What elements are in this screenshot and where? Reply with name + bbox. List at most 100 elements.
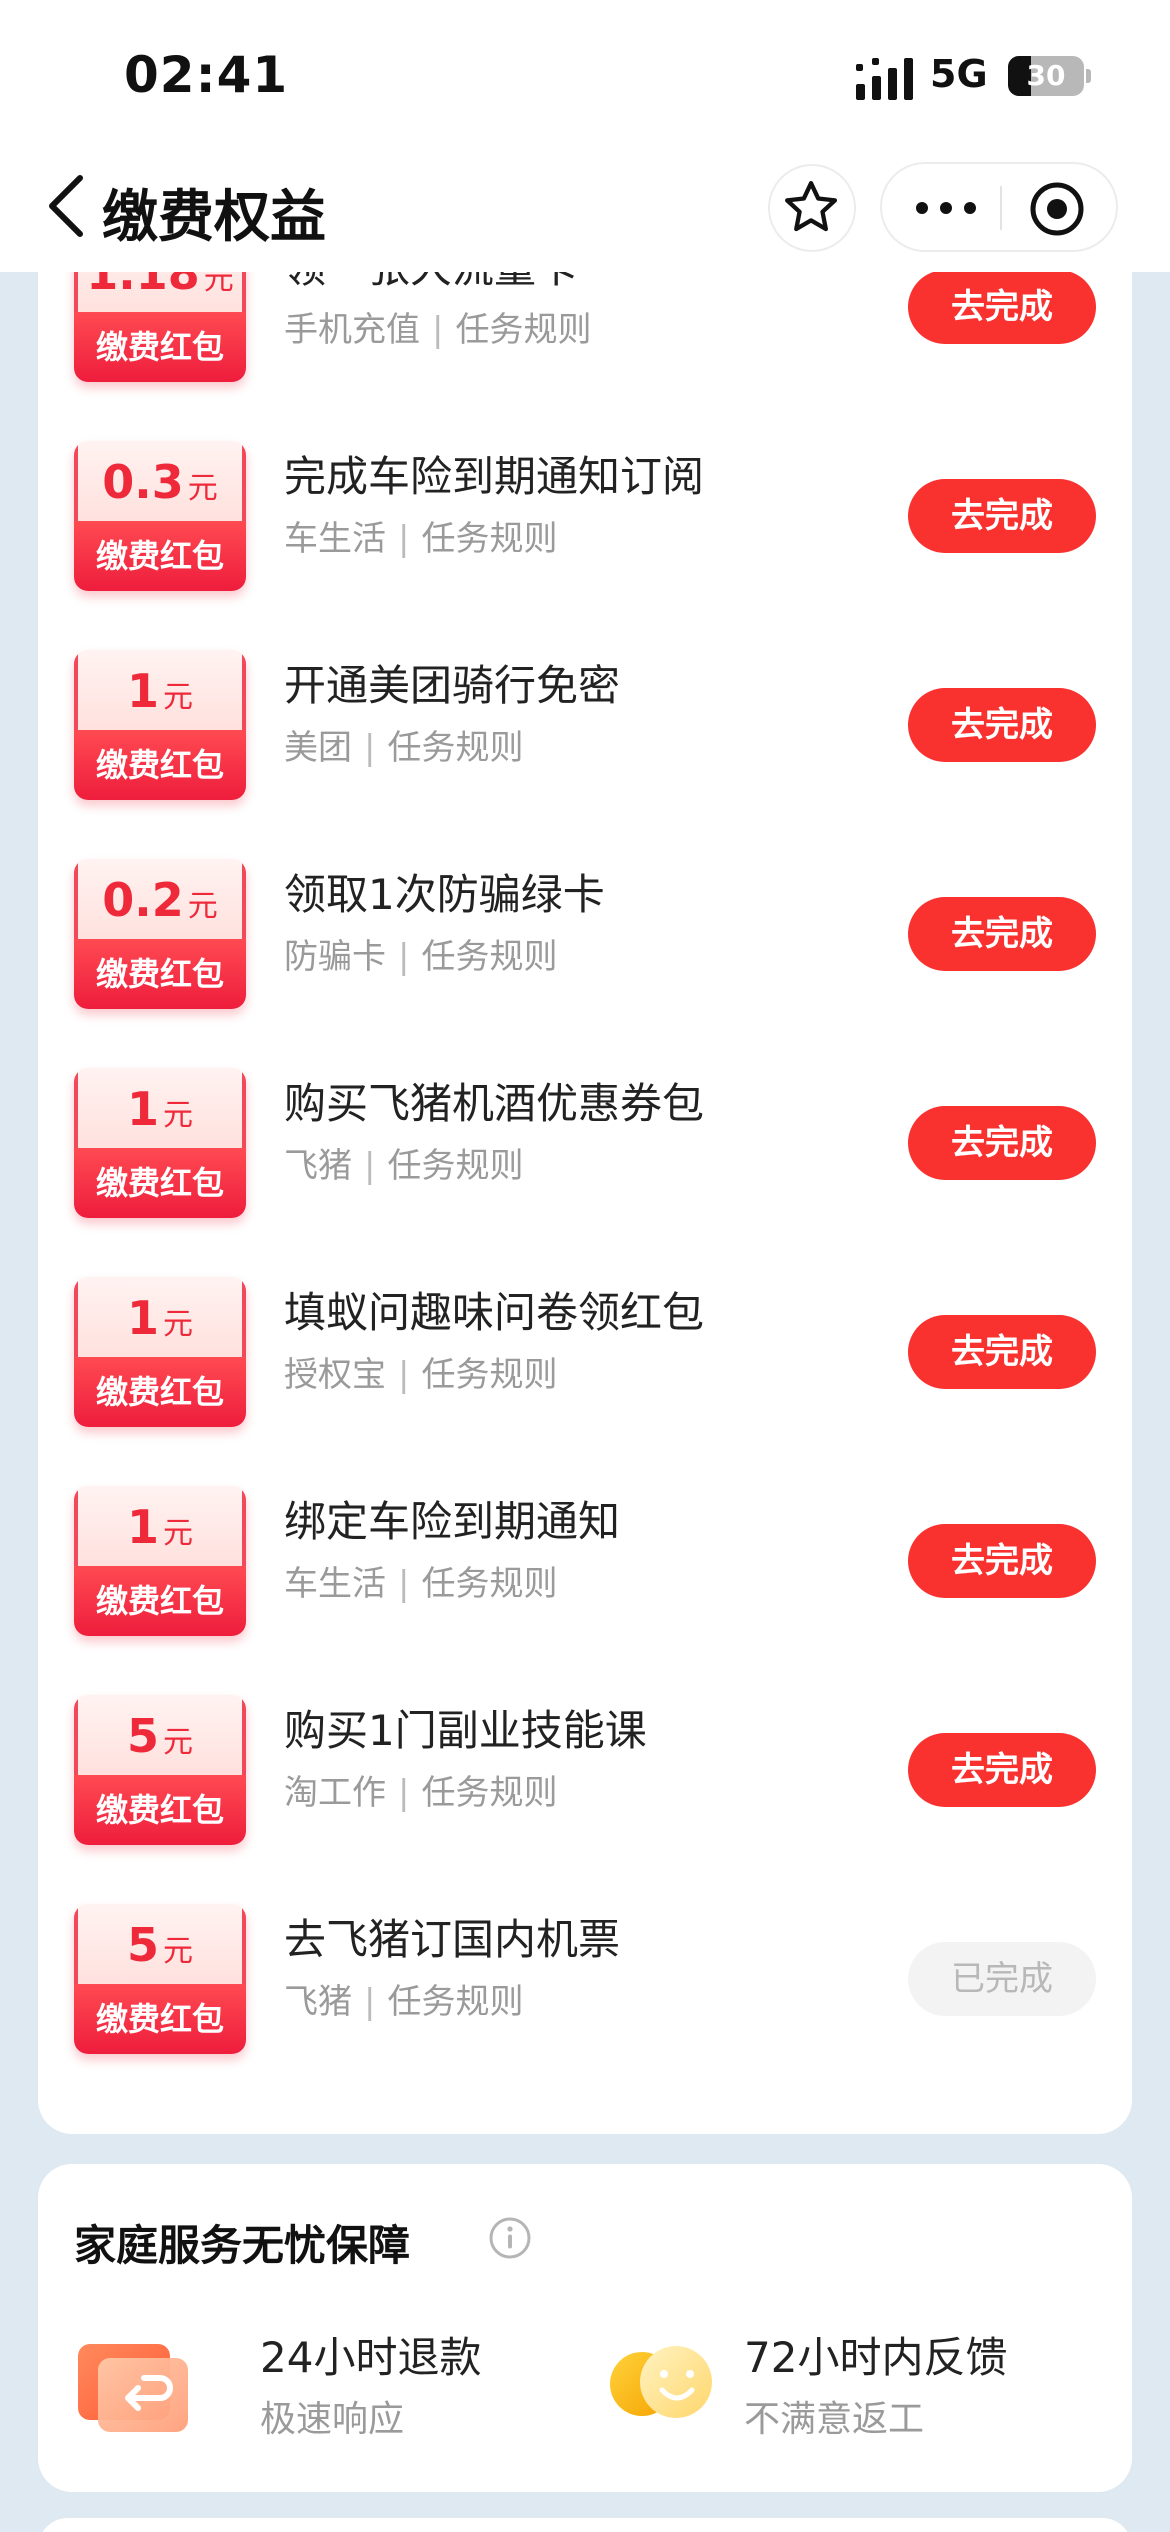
badge-unit: 元 <box>163 1934 193 1969</box>
task-subtitle: 车生活 | 任务规则 <box>284 511 557 560</box>
task-separator: | <box>364 1982 376 2022</box>
task-title: 填蚁问趣味问卷领红包 <box>284 1288 705 1337</box>
task-row: 0.2 元缴费红包 领取1次防骗绿卡 防骗卡 | 任务规则 去完成 <box>38 823 1132 1031</box>
task-row: 1 元缴费红包 绑定车险到期通知 车生活 | 任务规则 去完成 <box>38 1450 1132 1658</box>
status-time: 02:41 <box>124 46 289 104</box>
task-row: 0.3 元缴费红包 完成车险到期通知订阅 车生活 | 任务规则 去完成 <box>38 405 1132 613</box>
task-title: 绑定车险到期通知 <box>284 1497 621 1546</box>
badge-unit: 元 <box>163 1516 193 1551</box>
badge-amount-area: 1元 <box>74 1486 246 1566</box>
task-separator: | <box>398 1564 410 1604</box>
guarantee-feedback: 72小时内反馈 不满意返工 <box>608 2324 1108 2454</box>
task-row: 1 元缴费红包 填蚁问趣味问卷领红包 授权宝 | 任务规则 去完成 <box>38 1241 1132 1449</box>
task-source: 防骗卡 <box>284 937 386 977</box>
badge-amount: 0.3 <box>102 455 184 509</box>
info-icon[interactable] <box>488 2216 532 2260</box>
task-subtitle: 授权宝 | 任务规则 <box>284 1347 557 1396</box>
task-rule-link[interactable]: 任务规则 <box>421 1773 557 1813</box>
badge-unit: 元 <box>163 680 193 715</box>
refund-title: 24小时退款 <box>260 2333 482 2382</box>
battery-tip <box>1086 69 1091 83</box>
task-rule-link[interactable]: 任务规则 <box>387 1982 523 2022</box>
task-subtitle: 手机充值 | 任务规则 <box>284 302 591 351</box>
task-subtitle: 淘工作 | 任务规则 <box>284 1765 557 1814</box>
task-go-button[interactable]: 去完成 <box>908 1106 1096 1180</box>
task-rule-link[interactable]: 任务规则 <box>421 1564 557 1604</box>
task-subtitle: 飞猪 | 任务规则 <box>284 1974 523 2023</box>
task-go-button[interactable]: 去完成 <box>908 1315 1096 1389</box>
task-separator: | <box>398 519 410 559</box>
screen: 02:41 5G 30 缴费权益 1.18 元 缴费红包 手机充值 | 任务规则… <box>0 0 1170 2532</box>
task-go-button[interactable]: 去完成 <box>908 479 1096 553</box>
badge-label: 缴费红包 <box>74 312 246 382</box>
red-packet-badge: 0.2 元缴费红包 <box>74 859 246 1009</box>
badge-amount: 1 <box>126 1500 159 1554</box>
task-completed-button[interactable]: 已完成 <box>908 1942 1096 2016</box>
task-subtitle: 美团 | 任务规则 <box>284 720 523 769</box>
task-separator: | <box>398 1355 410 1395</box>
feedback-title: 72小时内反馈 <box>744 2333 1008 2382</box>
mini-program-capsule <box>880 162 1118 252</box>
network-type: 5G <box>930 52 988 96</box>
task-title: 去飞猪订国内机票 <box>284 1915 621 1964</box>
task-row: 5 元缴费红包 购买1门副业技能课 淘工作 | 任务规则 去完成 <box>38 1659 1132 1867</box>
task-separator: | <box>364 1146 376 1186</box>
badge-amount-area: 1元 <box>74 1068 246 1148</box>
task-rule-link[interactable]: 任务规则 <box>421 1355 557 1395</box>
task-title: 购买飞猪机酒优惠券包 <box>284 1079 705 1128</box>
task-go-button[interactable]: 去完成 <box>908 270 1096 344</box>
red-packet-badge: 1 元缴费红包 <box>74 1486 246 1636</box>
battery-percent: 30 <box>1026 59 1066 92</box>
refund-subtitle: 极速响应 <box>260 2399 405 2440</box>
favorite-button[interactable] <box>768 164 856 252</box>
back-arrow-icon[interactable] <box>40 170 96 242</box>
badge-label: 缴费红包 <box>74 939 246 1009</box>
badge-unit: 元 <box>187 471 218 506</box>
task-title: 购买1门副业技能课 <box>284 1706 647 1755</box>
badge-amount: 0.2 <box>102 873 184 927</box>
task-rule-link[interactable]: 任务规则 <box>387 1146 523 1186</box>
task-go-button[interactable]: 去完成 <box>908 1733 1096 1807</box>
capsule-divider <box>1000 186 1002 230</box>
badge-label: 缴费红包 <box>74 1984 246 2054</box>
task-rule-link[interactable]: 任务规则 <box>455 310 591 350</box>
page-title: 缴费权益 <box>102 185 326 250</box>
badge-amount: 1 <box>126 1082 159 1136</box>
task-title: 完成车险到期通知订阅 <box>284 452 705 501</box>
badge-unit: 元 <box>163 1725 193 1760</box>
task-source: 飞猪 <box>284 1146 352 1186</box>
guarantee-card: 家庭服务无忧保障 24小时退款 极速响应 72小时内反馈 不满意返工 <box>38 2164 1132 2492</box>
star-icon <box>785 181 838 232</box>
badge-amount-area: 0.3 元 <box>74 441 246 521</box>
task-list-card: 1.18元缴费红包领一张大流量卡手机充值|任务规则去完成0.3元缴费红包完成车险… <box>38 230 1132 2134</box>
task-go-button[interactable]: 去完成 <box>908 897 1096 971</box>
smile-icon <box>610 2346 712 2418</box>
badge-amount-area: 5元 <box>74 1695 246 1775</box>
header: 02:41 5G 30 缴费权益 <box>0 0 1170 272</box>
task-title: 领取1次防骗绿卡 <box>284 870 605 919</box>
badge-amount-area: 0.2 元 <box>74 859 246 939</box>
task-source: 淘工作 <box>284 1773 386 1813</box>
task-rule-link[interactable]: 任务规则 <box>387 728 523 768</box>
task-go-button[interactable]: 去完成 <box>908 1524 1096 1598</box>
task-source: 美团 <box>284 728 352 768</box>
task-go-button[interactable]: 去完成 <box>908 688 1096 762</box>
task-source: 车生活 <box>284 519 386 559</box>
task-subtitle: 飞猪 | 任务规则 <box>284 1138 523 1187</box>
task-rule-link[interactable]: 任务规则 <box>421 519 557 559</box>
badge-amount: 1 <box>126 1291 159 1345</box>
badge-amount: 5 <box>126 1709 159 1763</box>
task-rule-link[interactable]: 任务规则 <box>421 937 557 977</box>
badge-label: 缴费红包 <box>74 1357 246 1427</box>
badge-amount-area: 5元 <box>74 1904 246 1984</box>
task-separator: | <box>432 310 444 350</box>
more-icon[interactable] <box>906 182 986 234</box>
badge-label: 缴费红包 <box>74 1775 246 1845</box>
badge-amount: 1 <box>126 664 159 718</box>
red-packet-badge: 5 元缴费红包 <box>74 1695 246 1845</box>
guarantee-title: 家庭服务无忧保障 <box>74 2221 411 2270</box>
close-mini-program-icon[interactable] <box>1028 180 1086 238</box>
badge-amount-area: 1元 <box>74 1277 246 1357</box>
red-packet-badge: 1 元缴费红包 <box>74 1068 246 1218</box>
battery-icon: 30 <box>1008 56 1084 96</box>
